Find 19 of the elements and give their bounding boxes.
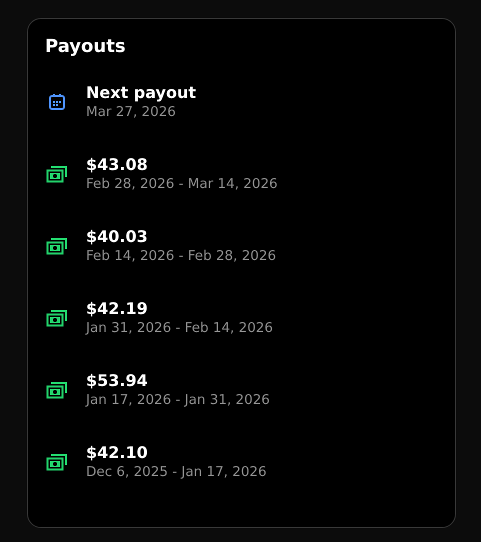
payout-amount: $40.03 xyxy=(86,227,149,247)
payout-amount: $43.08 xyxy=(86,155,149,175)
date-range: Feb 14, 2026 - Feb 28, 2026 xyxy=(86,247,276,265)
payout-date: Mar 27, 2026 xyxy=(86,103,177,121)
cash-icon xyxy=(46,237,68,255)
date-range: Dec 6, 2025 - Jan 17, 2026 xyxy=(86,463,267,481)
payout-amount: $53.94 xyxy=(86,371,149,391)
payout-amount: $42.10 xyxy=(86,443,149,463)
date-range: Feb 28, 2026 - Mar 14, 2026 xyxy=(86,175,278,193)
cash-icon xyxy=(46,453,68,471)
payout-amount: $42.19 xyxy=(86,299,149,319)
card-title: Payouts xyxy=(45,36,127,57)
date-range: Jan 17, 2026 - Jan 31, 2026 xyxy=(86,391,270,409)
cash-icon xyxy=(46,165,68,183)
cash-icon xyxy=(46,381,68,399)
calendar-icon xyxy=(48,93,66,111)
date-range: Jan 31, 2026 - Feb 14, 2026 xyxy=(86,319,273,337)
row-title: Next payout xyxy=(86,83,196,103)
cash-icon xyxy=(46,309,68,327)
